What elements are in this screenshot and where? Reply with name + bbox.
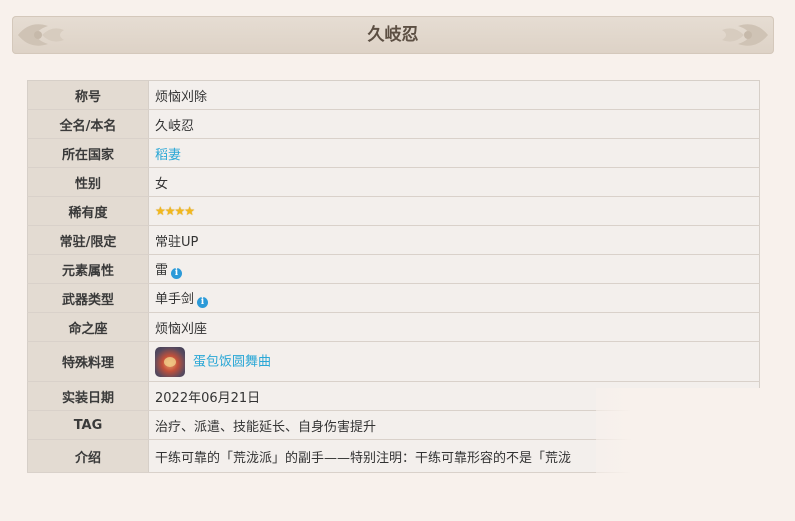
table-row: 稀有度 ★★★★ [27,196,760,226]
table-row: 特殊料理 蛋包饭圆舞曲 [27,341,760,382]
info-icon[interactable]: i [197,297,209,308]
fade-overlay [596,388,795,521]
row-label: 所在国家 [27,138,149,168]
row-label: 稀有度 [27,196,149,226]
header-bar: 久岐忍 [12,16,774,54]
ornament-right-icon [722,24,768,46]
rarity-stars-icon: ★★★★ [155,203,195,218]
table-row: 全名/本名 久岐忍 [27,109,760,139]
row-value: 烦恼刈座 [148,312,760,342]
region-link[interactable]: 稻妻 [155,148,181,163]
row-label: 命之座 [27,312,149,342]
row-value: 女 [148,167,760,197]
weapon-value: 单手剑 [155,292,195,307]
table-row: 性别 女 [27,167,760,197]
row-value: 稻妻 [148,138,760,168]
row-label: 称号 [27,80,149,110]
row-value: ★★★★ [148,196,760,226]
table-row: 常驻/限定 常驻UP [27,225,760,255]
row-label: 特殊料理 [27,341,149,382]
page-title: 久岐忍 [367,25,419,45]
row-value: 久岐忍 [148,109,760,139]
row-value: 常驻UP [148,225,760,255]
table-row: 命之座 烦恼刈座 [27,312,760,342]
row-label: 元素属性 [27,254,149,284]
row-value: 烦恼刈除 [148,80,760,110]
row-label: TAG [27,410,149,440]
dish-thumbnail-icon[interactable] [155,346,185,377]
table-row: 所在国家 稻妻 [27,138,760,168]
row-value: 雷i [148,254,760,284]
row-label: 武器类型 [27,283,149,313]
element-value: 雷 [155,263,169,278]
row-label: 常驻/限定 [27,225,149,255]
table-row: 元素属性 雷i [27,254,760,284]
dish-link[interactable]: 蛋包饭圆舞曲 [193,354,271,369]
row-label: 性别 [27,167,149,197]
table-row: 称号 烦恼刈除 [27,80,760,110]
row-value: 蛋包饭圆舞曲 [148,341,760,382]
table-row: 武器类型 单手剑 i [27,283,760,313]
row-label: 实装日期 [27,381,149,411]
row-value: 单手剑 i [148,283,760,313]
row-label: 全名/本名 [27,109,149,139]
info-icon[interactable]: i [171,268,183,279]
row-label: 介绍 [27,439,149,473]
